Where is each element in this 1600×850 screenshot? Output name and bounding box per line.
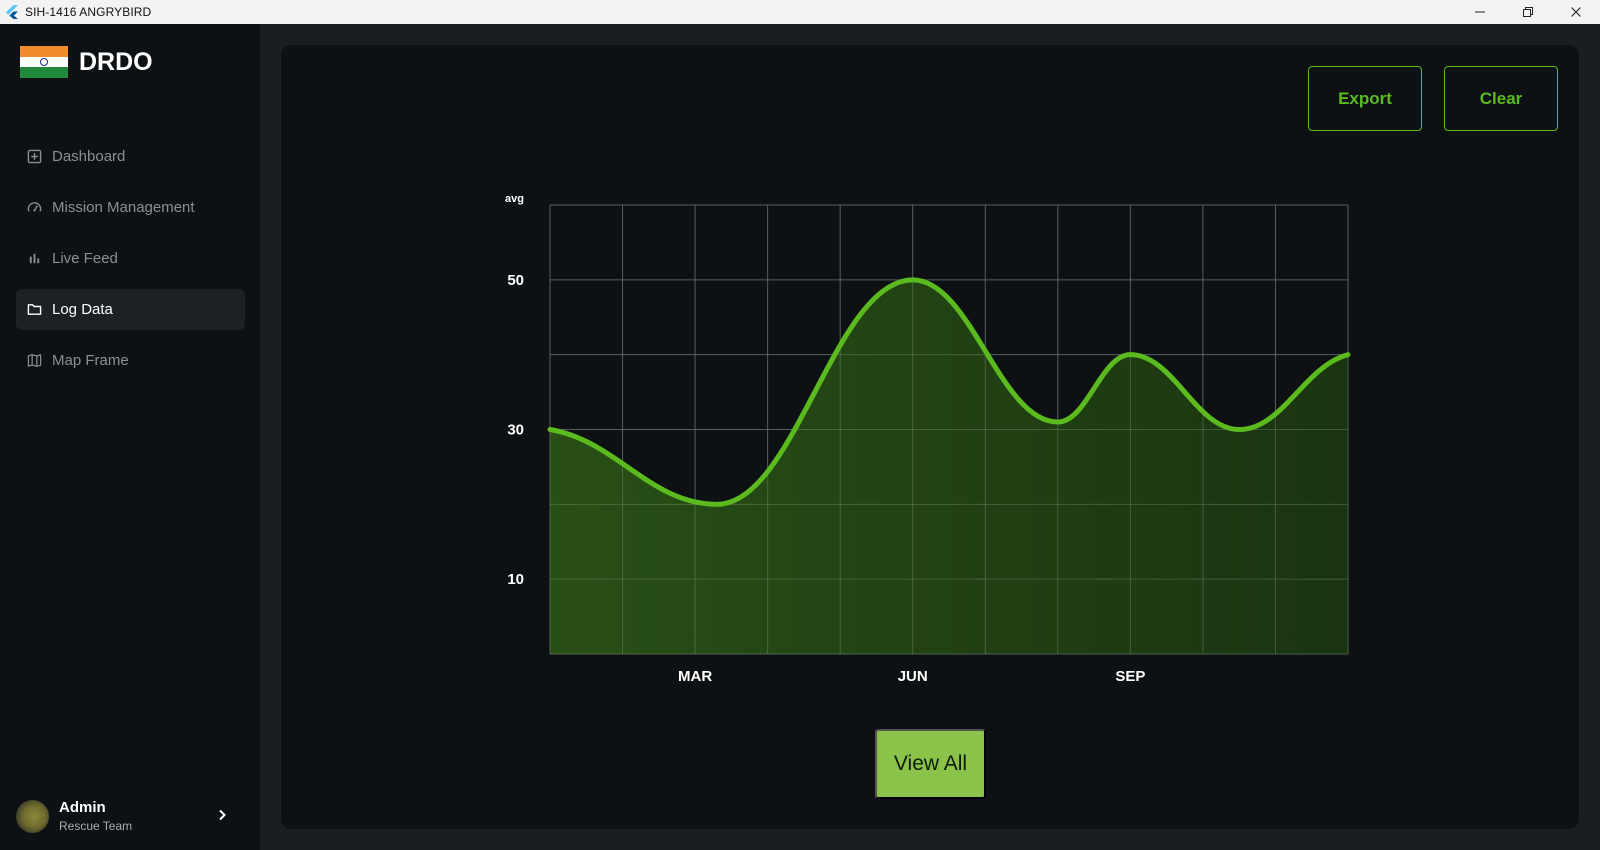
user-name: Admin xyxy=(59,799,106,816)
sidebar-item-label: Dashboard xyxy=(52,148,126,165)
sidebar-item-label: Map Frame xyxy=(52,352,129,369)
brand: DRDO xyxy=(20,46,153,78)
sidebar-item-label: Mission Management xyxy=(52,199,195,216)
sidebar-item-dashboard[interactable]: Dashboard xyxy=(16,136,245,177)
map-icon xyxy=(26,353,42,369)
y-tick-label: 10 xyxy=(507,571,524,588)
y-tick-label: 50 xyxy=(507,272,524,289)
sidebar-item-log-data[interactable]: Log Data xyxy=(16,289,245,330)
sidebar-item-label: Log Data xyxy=(52,301,113,318)
avatar xyxy=(16,799,49,833)
folder-icon xyxy=(26,302,42,318)
user-role: Rescue Team xyxy=(59,819,133,833)
sidebar-item-live-feed[interactable]: Live Feed xyxy=(16,238,245,279)
sidebar-item-label: Live Feed xyxy=(52,250,118,267)
restore-button[interactable] xyxy=(1504,0,1552,24)
x-tick-labels: MAR JUN SEP xyxy=(678,668,1145,685)
plus-square-icon xyxy=(26,149,42,165)
minimize-icon xyxy=(1475,11,1485,13)
bar-chart-icon xyxy=(26,251,42,267)
sidebar-nav: Dashboard Mission Management Live Feed L… xyxy=(16,136,245,391)
chevron-right-icon[interactable] xyxy=(215,808,229,822)
window-title: SIH-1416 ANGRYBIRD xyxy=(25,5,152,19)
minimize-button[interactable] xyxy=(1456,0,1504,24)
sidebar-item-mission-management[interactable]: Mission Management xyxy=(16,187,245,228)
sidebar-item-map-frame[interactable]: Map Frame xyxy=(16,340,245,381)
gauge-icon xyxy=(26,200,42,216)
log-data-panel: Export Clear 10 30 50 MAR JUN SEP avg View A… xyxy=(281,45,1579,829)
y-axis-label: avg xyxy=(505,193,524,205)
x-tick-label: JUN xyxy=(898,668,928,685)
close-button[interactable] xyxy=(1552,0,1600,24)
x-tick-label: MAR xyxy=(678,668,712,685)
title-bar: SIH-1416 ANGRYBIRD xyxy=(0,0,1600,24)
y-tick-labels: 10 30 50 xyxy=(507,272,524,588)
sidebar: DRDO Dashboard Mission Management Live F… xyxy=(0,24,260,850)
india-flag-icon xyxy=(20,46,68,78)
restore-icon xyxy=(1523,7,1533,17)
close-icon xyxy=(1571,7,1581,17)
chart-area xyxy=(550,279,1348,654)
user-profile[interactable]: Admin Rescue Team xyxy=(16,796,245,836)
brand-name: DRDO xyxy=(79,47,153,76)
flutter-icon xyxy=(5,5,19,19)
y-tick-label: 30 xyxy=(507,422,524,439)
view-all-button[interactable]: View All xyxy=(875,729,986,799)
log-data-chart: 10 30 50 MAR JUN SEP avg xyxy=(505,193,1351,685)
x-tick-label: SEP xyxy=(1115,668,1145,685)
